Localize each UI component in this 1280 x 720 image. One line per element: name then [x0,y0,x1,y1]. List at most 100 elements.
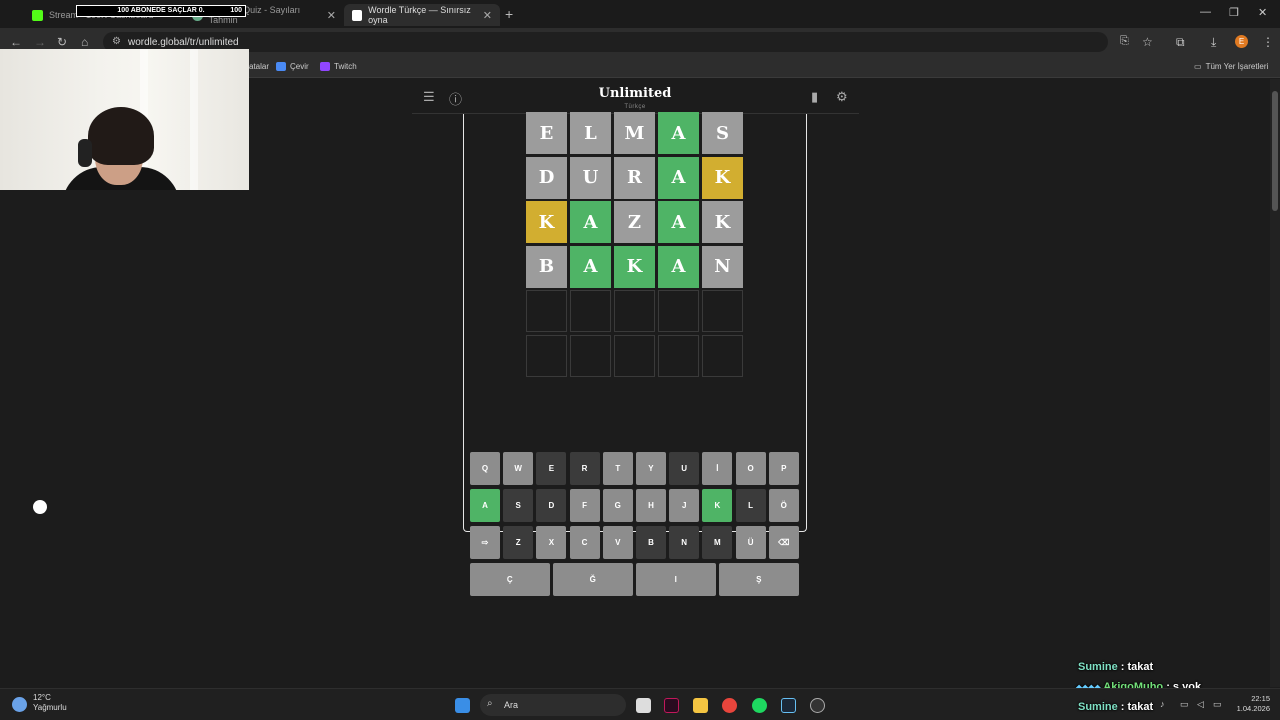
bookmark-star-icon[interactable]: ☆ [1142,35,1153,49]
letter-tile [570,334,611,377]
key-button[interactable]: İ [702,452,733,485]
page-title: Unlimited [598,86,672,101]
close-tab-icon[interactable]: ✕ [483,9,492,22]
weather-widget[interactable]: 12°C Yağmurlu [33,693,67,713]
letter-tile: A [658,112,699,154]
settings-gear-icon[interactable]: ⚙ [836,89,848,105]
key-button[interactable]: U [669,452,700,485]
file-explorer-icon[interactable] [693,698,708,713]
search-icon: ⌕ [487,698,493,709]
taskbar-search[interactable]: ⌕ Ara [480,694,626,716]
page-subtitle: Türkçe [624,104,646,110]
key-button[interactable]: R [569,452,600,485]
close-tab-icon[interactable]: ✕ [327,9,336,22]
key-button[interactable]: X [536,526,567,559]
letter-tile: N [702,245,743,288]
pen-icon [33,500,47,514]
app-icon[interactable] [664,698,679,713]
reload-icon[interactable]: ↻ [57,35,67,49]
new-tab-icon[interactable]: + [505,6,513,22]
twitch-icon [320,62,330,71]
spotify-icon[interactable] [752,698,767,713]
letter-tile: A [570,201,611,243]
letter-tile: K [526,201,567,243]
letter-tile [702,290,743,332]
forward-icon[interactable]: → [34,35,46,49]
extensions-icon[interactable]: ⧉ [1176,35,1185,50]
info-icon[interactable]: ⓘ [449,89,462,108]
grid-row: KAZAK [526,201,746,243]
wordle-icon [352,9,363,21]
scroll-thumb[interactable] [1272,91,1278,211]
key-button[interactable]: N [669,526,700,559]
key-button[interactable]: Q [470,452,500,485]
letter-tile: A [658,201,699,243]
mic-icon[interactable]: ♪ [1160,699,1165,709]
chrome-icon[interactable] [722,698,737,713]
chat-message: Sumine : takat [1078,661,1154,673]
key-button[interactable]: P [768,452,799,485]
scrollbar[interactable] [1270,79,1280,687]
back-icon[interactable]: ← [10,35,22,49]
key-button[interactable]: I [636,563,716,596]
key-button[interactable]: E [536,452,567,485]
url-field[interactable]: ⚙ wordle.global/tr/unlimited [103,32,1108,52]
key-button[interactable]: Ş [719,563,799,596]
letter-grid: ELMASDURAKKAZAKBAKAN [526,112,746,379]
key-button[interactable]: ⌫ [768,526,799,559]
key-button[interactable]: ⇨ [470,526,500,559]
key-button[interactable]: J [669,489,700,522]
keyboard-row: QWERTYUİOP [470,452,802,485]
key-button[interactable]: K [702,489,733,522]
key-button[interactable]: M [702,526,733,559]
network-icon[interactable]: ▭ [1180,699,1189,710]
download-icon[interactable]: ⤓ [1211,35,1216,50]
install-icon[interactable]: ⎘ [1120,35,1129,48]
steam-icon[interactable] [781,698,796,713]
start-icon[interactable] [455,698,470,713]
key-button[interactable]: G [602,489,633,522]
key-button[interactable]: Ğ [553,563,633,596]
key-button[interactable]: Ö [768,489,799,522]
app-icon[interactable] [810,698,825,713]
key-button[interactable]: B [636,526,666,559]
battery-icon[interactable]: ▭ [1213,699,1222,710]
bookmark-item[interactable]: Twitch [320,62,357,71]
stats-icon[interactable]: ▮ [811,89,818,105]
close-window-icon[interactable]: ✕ [1258,6,1267,19]
profile-avatar[interactable]: E [1235,35,1248,48]
grid-row: BAKAN [526,245,746,288]
key-button[interactable]: T [602,452,633,485]
key-button[interactable]: A [470,489,500,522]
key-button[interactable]: C [569,526,600,559]
key-button[interactable]: V [602,526,633,559]
key-button[interactable]: O [735,452,766,485]
task-view-icon[interactable] [636,698,651,713]
key-button[interactable]: Z [503,526,534,559]
key-button[interactable]: L [735,489,766,522]
key-button[interactable]: F [569,489,600,522]
hamburger-menu-icon[interactable]: ☰ [423,89,435,105]
bookmark-item[interactable]: Çevir [276,62,309,71]
bookmark-item[interactable]: atalar [249,62,269,71]
menu-icon[interactable]: ⋮ [1262,35,1274,49]
clock[interactable]: 22:15 1.04.2026 [1226,694,1270,714]
site-info-icon[interactable]: ⚙ [112,36,121,47]
grid-row [526,334,746,377]
home-icon[interactable]: ⌂ [81,35,88,49]
letter-tile [658,334,699,377]
key-button[interactable]: Ç [470,563,550,596]
volume-icon[interactable]: ◁ [1197,699,1204,710]
key-button[interactable]: Y [636,452,666,485]
key-button[interactable]: D [536,489,567,522]
all-bookmarks[interactable]: ▭ Tüm Yer İşaretleri [1194,62,1268,71]
tab-wordle[interactable]: Wordle Türkçe — Sınırsız oyna ✕ [344,4,500,26]
key-button[interactable]: S [503,489,534,522]
minimize-icon[interactable]: — [1200,6,1211,18]
curtain [190,49,198,190]
keyboard-row: ASDFGHJKLÖ [470,489,802,522]
key-button[interactable]: Ü [735,526,766,559]
restore-icon[interactable]: ❐ [1229,6,1239,19]
key-button[interactable]: W [503,452,534,485]
key-button[interactable]: H [636,489,666,522]
